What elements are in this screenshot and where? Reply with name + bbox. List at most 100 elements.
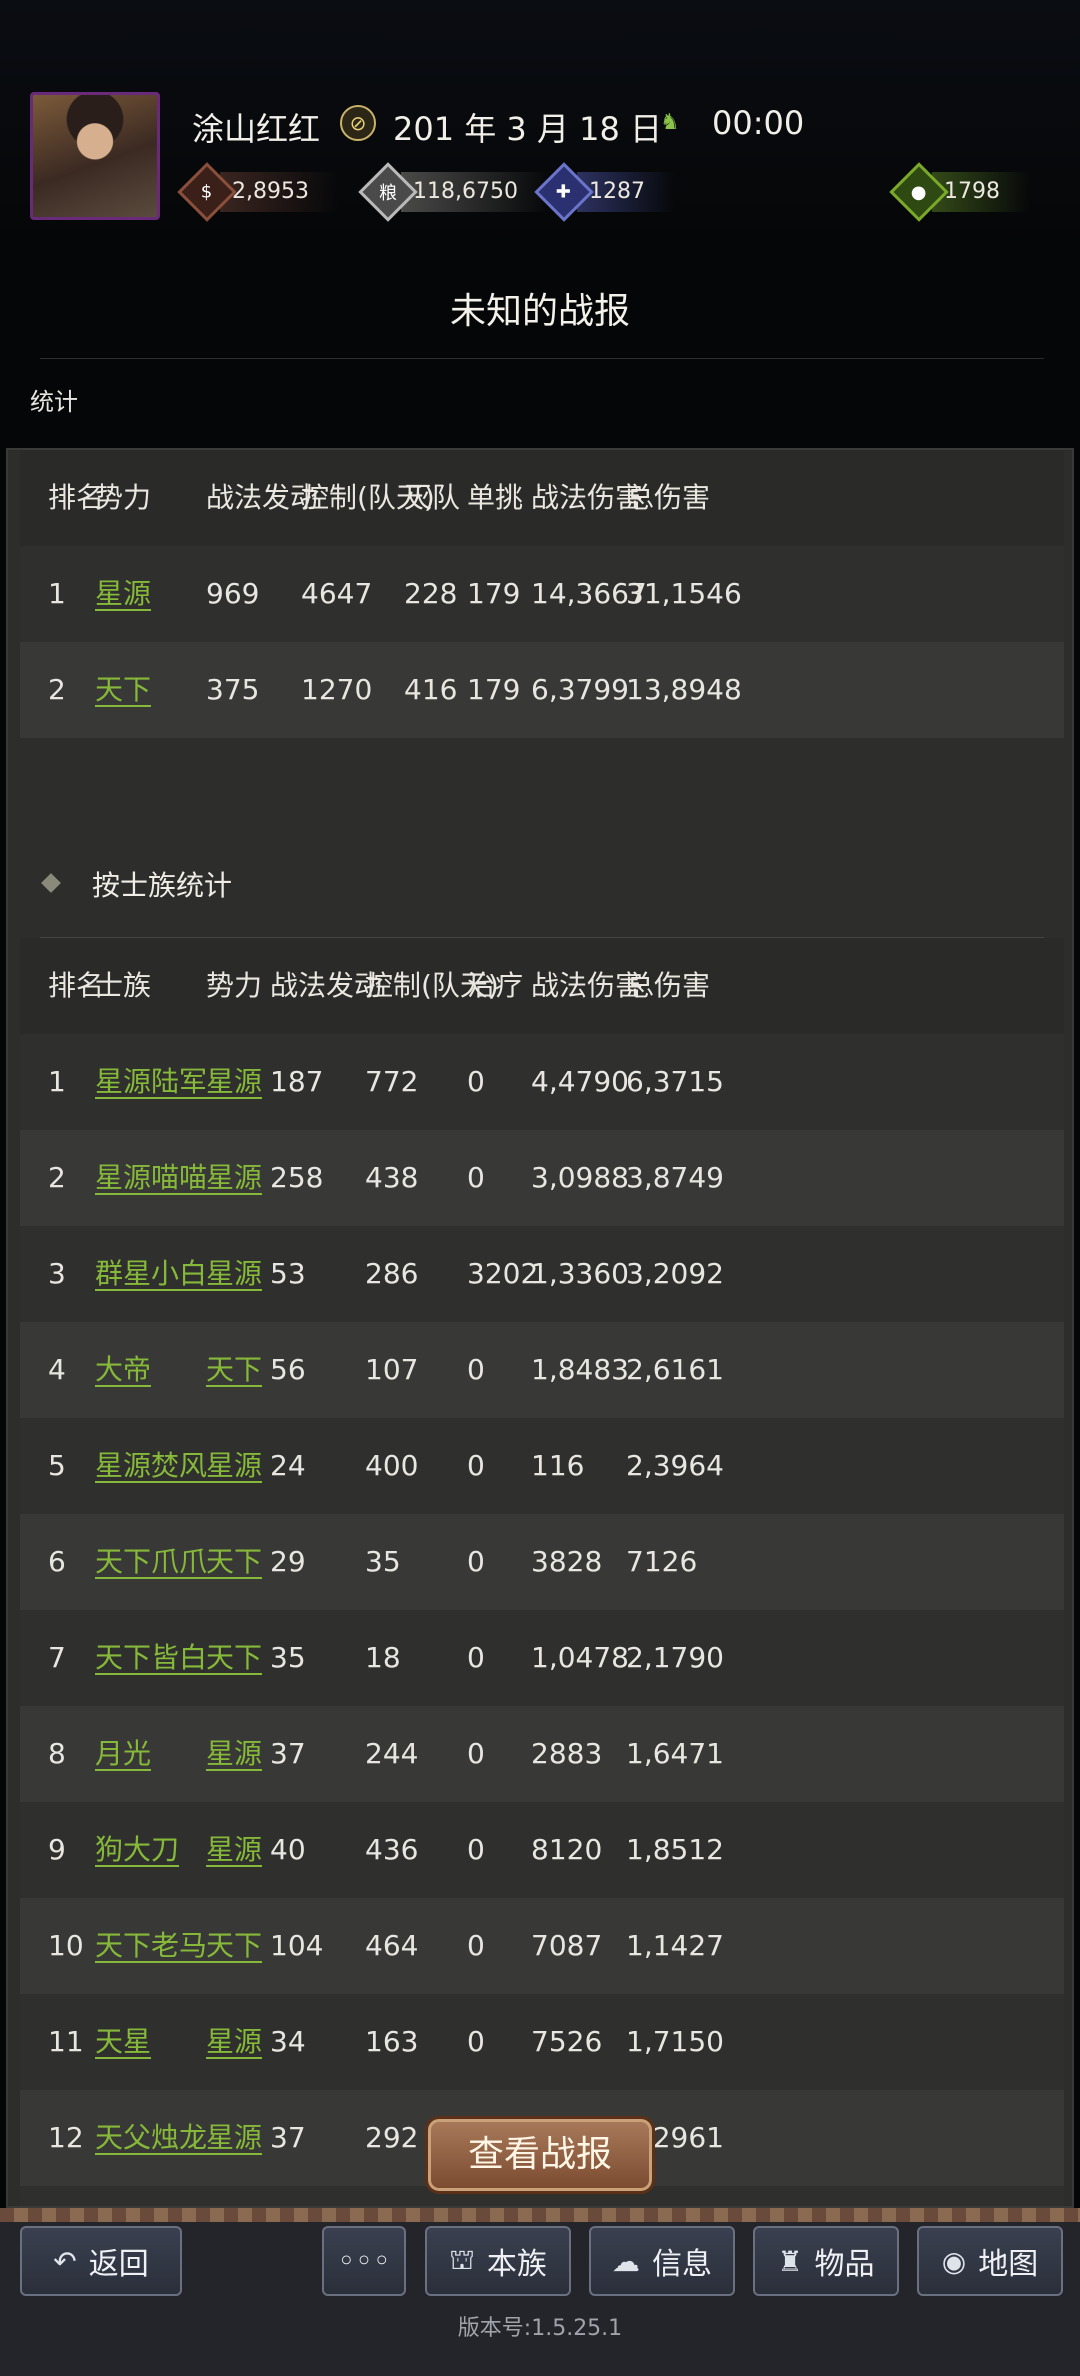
table-link-cell[interactable]: 星源喵喵 [95,1130,207,1226]
table-cell: 244 [365,1737,419,1770]
table-link-cell[interactable]: 星源 [206,1226,262,1322]
map-button[interactable]: ◉ 地图 [917,2226,1063,2296]
table-cell: 969 [206,577,260,610]
table-link-cell[interactable]: 大帝 [95,1322,151,1418]
table-row: 9 狗大刀 星源 40 436 0 8120 1,8512 [20,1802,1064,1898]
table-cell: 3828 [531,1545,603,1578]
table-cell: 3 [48,1257,66,1290]
table-cell: 292 [365,2121,419,2154]
table-header-row: 排名 士族 势力 战法发动 控制(队天) 治疗 战法伤害 总伤害 [20,938,1064,1034]
table-cell: 7 [48,1641,66,1674]
table-cell: 1,3360 [531,1257,629,1290]
table-row: 5 星源焚风 星源 24 400 0 116 2,3964 [20,1418,1064,1514]
clan-button[interactable]: ⛫ 本族 [425,2226,571,2296]
table-cell: 0 [467,1161,485,1194]
table-cell: 势力 [95,481,152,514]
table-cell: 0 [467,2025,485,2058]
table-cell: 9 [48,1833,66,1866]
items-button[interactable]: ♜ 物品 [753,2226,899,2296]
table-link-cell[interactable]: 星源 [206,1802,262,1898]
table-cell: 35 [365,1545,401,1578]
table-link-cell[interactable]: 星源 [206,1706,262,1802]
table-link-cell[interactable]: 天下 [206,1322,262,1418]
table-cell: 单挑 [467,481,524,514]
table-cell: 1,7150 [626,2025,724,2058]
table-link-cell[interactable]: 天星 [95,1994,151,2090]
table-link-cell[interactable]: 天父烛龙 [95,2090,207,2186]
table-row: 3 群星小白 星源 53 286 3202 1,3360 3,2092 [20,1226,1064,1322]
table-link-cell[interactable]: 天下 [95,642,151,738]
table-cell: 116 [531,1449,585,1482]
table-row: 2 天下 375 1270 416 179 6,3799 13,8948 [20,642,1064,738]
table-cell: 灭队 [404,481,461,514]
table-link-cell[interactable]: 天下 [206,1898,262,1994]
table-cell: 0 [467,1929,485,1962]
table-cell: 0 [467,1065,485,1098]
table-link-cell[interactable]: 月光 [95,1706,151,1802]
table-link-cell[interactable]: 星源 [206,2186,262,2206]
bag-icon: ♜ [777,2244,803,2278]
table-cell: 0 [467,1353,485,1386]
player-avatar[interactable] [30,92,160,220]
table-cell: 1 [48,577,66,610]
stats-label: 统计 [30,388,78,416]
table-link-cell[interactable]: 天下爪爪 [95,1514,207,1610]
table-cell: 治疗 [467,969,524,1002]
table-cell: 258 [270,1161,324,1194]
table-link-cell[interactable]: 天下 [206,1610,262,1706]
table-cell: 10 [48,1929,84,1962]
horse-icon[interactable]: ♞ [660,110,700,136]
table-link-cell[interactable]: 天下 [206,1514,262,1610]
table-cell: 0 [467,1833,485,1866]
table-cell: 7526 [531,2025,603,2058]
table-cell: 551 [365,2186,418,2206]
stats-panel[interactable]: 排名 势力 战法发动 控制(队天) 灭队 单挑 战法伤害 总伤害 1 星源 969 4647 228 17… [6,448,1074,2208]
table-cell: 6 [48,1545,66,1578]
back-arrow-icon: ↶ [53,2244,77,2278]
divider [40,358,1044,359]
table-link-cell[interactable]: 星源 [206,2090,262,2186]
table-cell: 4 [48,1353,66,1386]
table-link-cell[interactable]: 星源尚剑 [95,2186,207,2206]
table-cell: 1,1427 [626,1929,724,1962]
table-cell: 18 [365,1641,401,1674]
table-cell: 400 [365,1449,419,1482]
table-cell: 29 [270,1545,306,1578]
table-link-cell[interactable]: 狗大刀 [95,1802,179,1898]
table-row: 7 天下皆白 天下 35 18 0 1,0478 2,1790 [20,1610,1064,1706]
table-cell: 34 [270,2025,306,2058]
table-cell: 375 [206,673,260,706]
player-name: 涂山红红 [192,110,321,148]
table-link-cell[interactable]: 天下皆白 [95,1610,207,1706]
table-cell: 179 [467,577,521,610]
info-button[interactable]: ☁ 信息 [589,2226,735,2296]
view-report-button[interactable]: 查看战报 [425,2116,655,2194]
table-link-cell[interactable]: 群星小白 [95,1226,207,1322]
table-cell: 464 [365,1929,419,1962]
table-cell: 5 [48,1449,66,1482]
table-link-cell[interactable]: 星源陆军 [95,1034,207,1130]
table-cell: 3202 [467,1257,539,1290]
table-link-cell[interactable]: 星源焚风 [95,1418,207,1514]
table-cell: 228 [404,577,458,610]
table-link-cell[interactable]: 星源 [206,1034,262,1130]
table-cell: 35 [270,1641,306,1674]
resource-soldiers[interactable]: ✚ 1287 [534,162,675,222]
table-cell: 8 [48,1737,66,1770]
more-button[interactable]: ◦◦◦ [322,2226,406,2296]
table-link-cell[interactable]: 星源 [206,1130,262,1226]
items-label: 物品 [814,2247,875,2282]
resource-copper[interactable]: $ 2,8953 [177,162,339,222]
table-link-cell[interactable]: 星源 [95,546,151,642]
section-label: 按士族统计 [92,869,233,902]
table-link-cell[interactable]: 星源 [206,1418,262,1514]
table-cell: 6,3715 [626,1065,724,1098]
resource-grain[interactable]: 粮 118,6750 [358,162,548,222]
table-link-cell[interactable]: 天下老马 [95,1898,207,1994]
resource-money-bag[interactable]: ● 1798 [889,162,1030,222]
table-link-cell[interactable]: 星源 [206,1994,262,2090]
diamond-bullet-icon [41,873,61,893]
table-cell: 0 [467,1545,485,1578]
globe-icon: ◉ [941,2244,967,2278]
back-button[interactable]: ↶ 返回 [20,2226,182,2296]
